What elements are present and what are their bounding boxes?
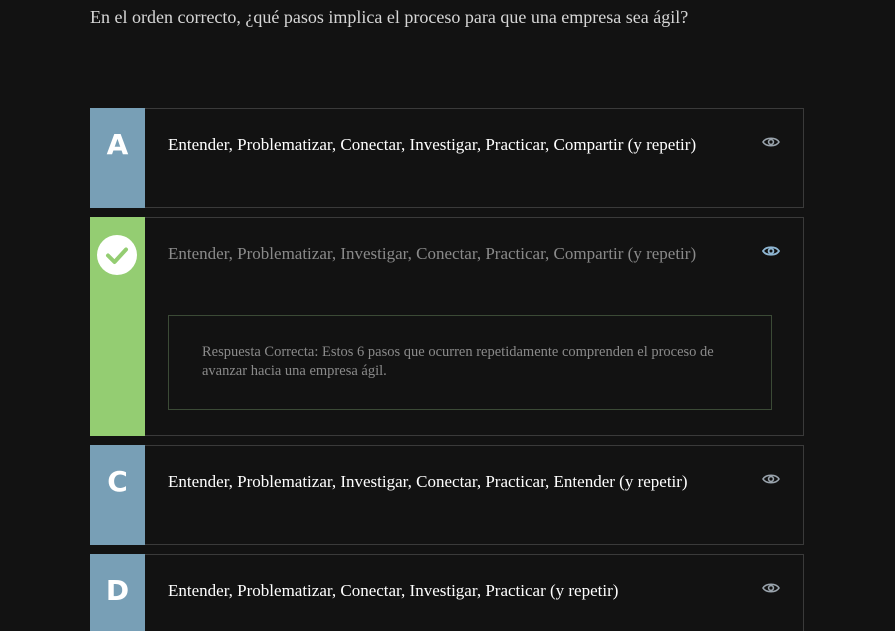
option-text: Entender, Problematizar, Investigar, Con… (168, 472, 688, 491)
option-letter: C (107, 465, 128, 498)
eye-icon[interactable] (762, 472, 780, 486)
eye-icon[interactable] (762, 581, 780, 595)
option-text: Entender, Problematizar, Conectar, Inves… (168, 581, 619, 600)
option-text: Entender, Problematizar, Investigar, Con… (168, 244, 697, 263)
option-letter-tab: D (90, 554, 145, 631)
answer-option-a[interactable]: A Entender, Problematizar, Conectar, Inv… (90, 108, 804, 208)
option-letter-tab: C (90, 445, 145, 545)
answer-feedback-box: Respuesta Correcta: Estos 6 pasos que oc… (168, 315, 772, 410)
quiz-page: En el orden correcto, ¿qué pasos implica… (0, 0, 895, 631)
answer-option-d[interactable]: D Entender, Problematizar, Conectar, Inv… (90, 554, 804, 631)
feedback-text: Respuesta Correcta: Estos 6 pasos que oc… (202, 344, 714, 379)
eye-icon[interactable] (762, 244, 780, 258)
eye-icon[interactable] (762, 135, 780, 149)
question-text: En el orden correcto, ¿qué pasos implica… (90, 7, 689, 27)
option-letter-tab: A (90, 108, 145, 208)
option-letter: D (105, 574, 130, 607)
option-text: Entender, Problematizar, Conectar, Inves… (168, 135, 697, 154)
option-correct-tab (90, 217, 145, 436)
answer-option-c[interactable]: C Entender, Problematizar, Investigar, C… (90, 445, 804, 545)
check-circle-icon (97, 235, 137, 275)
option-letter: A (106, 128, 129, 161)
answer-option-b[interactable]: Entender, Problematizar, Investigar, Con… (90, 217, 804, 436)
